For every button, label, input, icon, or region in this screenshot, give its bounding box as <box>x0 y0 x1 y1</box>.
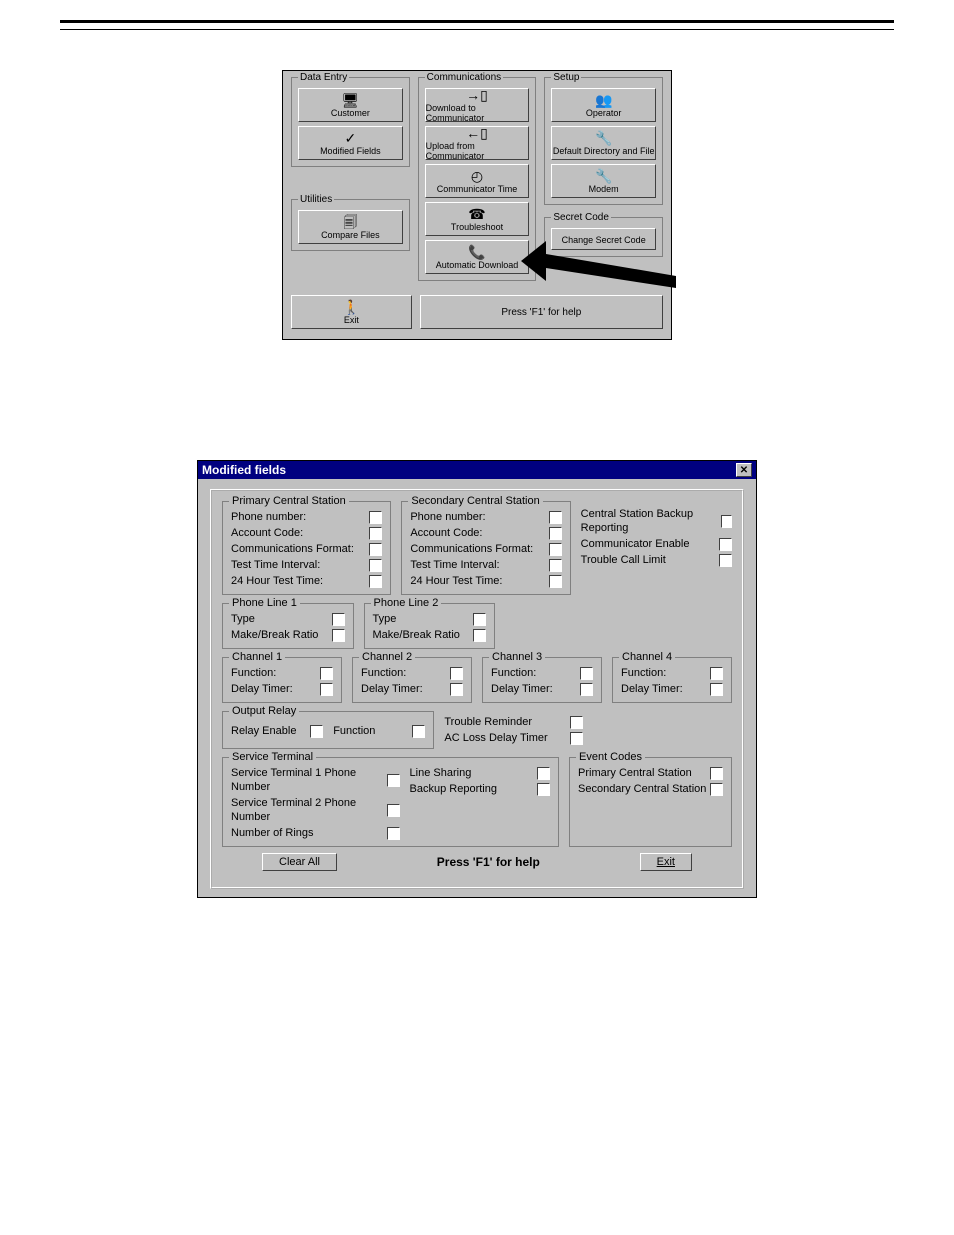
troubleshoot-button[interactable]: ☎ Troubleshoot <box>425 202 530 236</box>
default-directory-file-button[interactable]: 🔧 Default Directory and File <box>551 126 656 160</box>
channel-1-group: Channel 1 Function: Delay Timer: <box>222 657 342 703</box>
compare-files-label: Compare Files <box>321 230 380 240</box>
secondary-interval-checkbox[interactable] <box>549 559 562 572</box>
people-icon: 👥 <box>595 93 612 107</box>
modified-fields-label: Modified Fields <box>320 146 381 156</box>
dialog-help-hint: Press 'F1' for help <box>437 855 540 869</box>
wrench-icon: 🔧 <box>595 169 612 183</box>
modified-fields-button[interactable]: ✓ Modified Fields <box>298 126 403 160</box>
channel-2-group: Channel 2 Function: Delay Timer: <box>352 657 472 703</box>
primary-24hour-checkbox[interactable] <box>369 575 382 588</box>
svc1-phone-checkbox[interactable] <box>387 774 399 787</box>
pointer-arrow <box>516 226 686 306</box>
modem-button[interactable]: 🔧 Modem <box>551 164 656 198</box>
output-relay-group: Output Relay Relay Enable Function <box>222 711 434 749</box>
line2-ratio-checkbox[interactable] <box>473 629 486 642</box>
secondary-central-station-group: Secondary Central Station Phone number: … <box>401 501 570 595</box>
dialog-exit-button[interactable]: Exit <box>640 853 692 871</box>
customer-button[interactable]: 🖥 Customer <box>298 88 403 122</box>
secret-code-legend: Secret Code <box>551 212 611 223</box>
setup-group: Setup 👥 Operator 🔧 Default Directory and… <box>544 77 663 205</box>
wrench-icon: 🔧 <box>595 131 612 145</box>
ch3-function-checkbox[interactable] <box>580 667 593 680</box>
communicator-enable-checkbox[interactable] <box>719 538 732 551</box>
customer-label: Customer <box>331 108 370 118</box>
close-icon: ✕ <box>740 465 748 476</box>
phone-icon: ☎ <box>468 207 485 221</box>
primary-format-checkbox[interactable] <box>369 543 382 556</box>
phone-line-1-group: Phone Line 1 Type Make/Break Ratio <box>222 603 354 649</box>
ch2-delay-checkbox[interactable] <box>450 683 463 696</box>
automatic-download-button[interactable]: 📞 Automatic Download <box>425 240 530 274</box>
secondary-phone-checkbox[interactable] <box>549 511 562 524</box>
modified-fields-dialog: Modified fields ✕ Primary Central Statio… <box>197 460 757 898</box>
ch4-function-checkbox[interactable] <box>710 667 723 680</box>
line2-type-checkbox[interactable] <box>473 613 486 626</box>
line-sharing-checkbox[interactable] <box>537 767 550 780</box>
ch2-function-checkbox[interactable] <box>450 667 463 680</box>
download-icon: →▯ <box>466 88 488 102</box>
titlebar: Modified fields ✕ <box>198 461 756 479</box>
primary-central-station-group: Primary Central Station Phone number: Ac… <box>222 501 391 595</box>
event-primary-checkbox[interactable] <box>710 767 723 780</box>
misc-options: Central Station Backup Reporting Communi… <box>581 501 732 595</box>
primary-interval-checkbox[interactable] <box>369 559 382 572</box>
customer-icon: 🖥 <box>341 93 359 107</box>
exit-icon: 🚶 <box>343 300 360 314</box>
utilities-group: Utilities 🗐 Compare Files <box>291 199 410 251</box>
operator-button[interactable]: 👥 Operator <box>551 88 656 122</box>
secondary-format-checkbox[interactable] <box>549 543 562 556</box>
auto-download-icon: 📞 <box>468 245 485 259</box>
svc2-phone-checkbox[interactable] <box>387 804 399 817</box>
upload-icon: ←▯ <box>466 126 488 140</box>
primary-fields: Phone number: Account Code: Communicatio… <box>231 510 382 588</box>
clear-all-button[interactable]: Clear All <box>262 853 337 871</box>
clock-icon: ◴ <box>471 169 483 183</box>
relay-enable-checkbox[interactable] <box>310 725 323 738</box>
svc-backup-reporting-checkbox[interactable] <box>537 783 550 796</box>
utilities-legend: Utilities <box>298 194 334 205</box>
num-rings-checkbox[interactable] <box>387 827 400 840</box>
download-to-communicator-button[interactable]: →▯ Download to Communicator <box>425 88 530 122</box>
exit-button[interactable]: 🚶 Exit <box>291 295 412 329</box>
communicator-time-button[interactable]: ◴ Communicator Time <box>425 164 530 198</box>
channel-4-group: Channel 4 Function: Delay Timer: <box>612 657 732 703</box>
backup-reporting-checkbox[interactable] <box>721 515 732 528</box>
relay-function-checkbox[interactable] <box>412 725 425 738</box>
upload-from-communicator-button[interactable]: ←▯ Upload from Communicator <box>425 126 530 160</box>
communications-legend: Communications <box>425 72 503 83</box>
close-button[interactable]: ✕ <box>736 463 752 477</box>
check-icon: ✓ <box>344 131 356 145</box>
service-terminal-group: Service Terminal Service Terminal 1 Phon… <box>222 757 559 847</box>
setup-legend: Setup <box>551 72 581 83</box>
event-codes-group: Event Codes Primary Central Station Seco… <box>569 757 732 847</box>
event-secondary-checkbox[interactable] <box>710 783 723 796</box>
primary-account-checkbox[interactable] <box>369 527 382 540</box>
copy-icon: 🗐 <box>343 215 357 229</box>
dialog-title: Modified fields <box>202 463 286 477</box>
compare-files-button[interactable]: 🗐 Compare Files <box>298 210 403 244</box>
data-entry-group: Data Entry 🖥 Customer ✓ Modified Fields <box>291 77 410 167</box>
line1-type-checkbox[interactable] <box>332 613 345 626</box>
trouble-call-limit-checkbox[interactable] <box>719 554 732 567</box>
data-entry-legend: Data Entry <box>298 72 349 83</box>
ch4-delay-checkbox[interactable] <box>710 683 723 696</box>
ch3-delay-checkbox[interactable] <box>580 683 593 696</box>
secondary-account-checkbox[interactable] <box>549 527 562 540</box>
ac-loss-delay-checkbox[interactable] <box>570 732 583 745</box>
ch1-function-checkbox[interactable] <box>320 667 333 680</box>
phone-line-2-group: Phone Line 2 Type Make/Break Ratio <box>364 603 496 649</box>
ch1-delay-checkbox[interactable] <box>320 683 333 696</box>
trouble-reminder-checkbox[interactable] <box>570 716 583 729</box>
secondary-24hour-checkbox[interactable] <box>549 575 562 588</box>
primary-phone-checkbox[interactable] <box>369 511 382 524</box>
line1-ratio-checkbox[interactable] <box>332 629 345 642</box>
channel-3-group: Channel 3 Function: Delay Timer: <box>482 657 602 703</box>
